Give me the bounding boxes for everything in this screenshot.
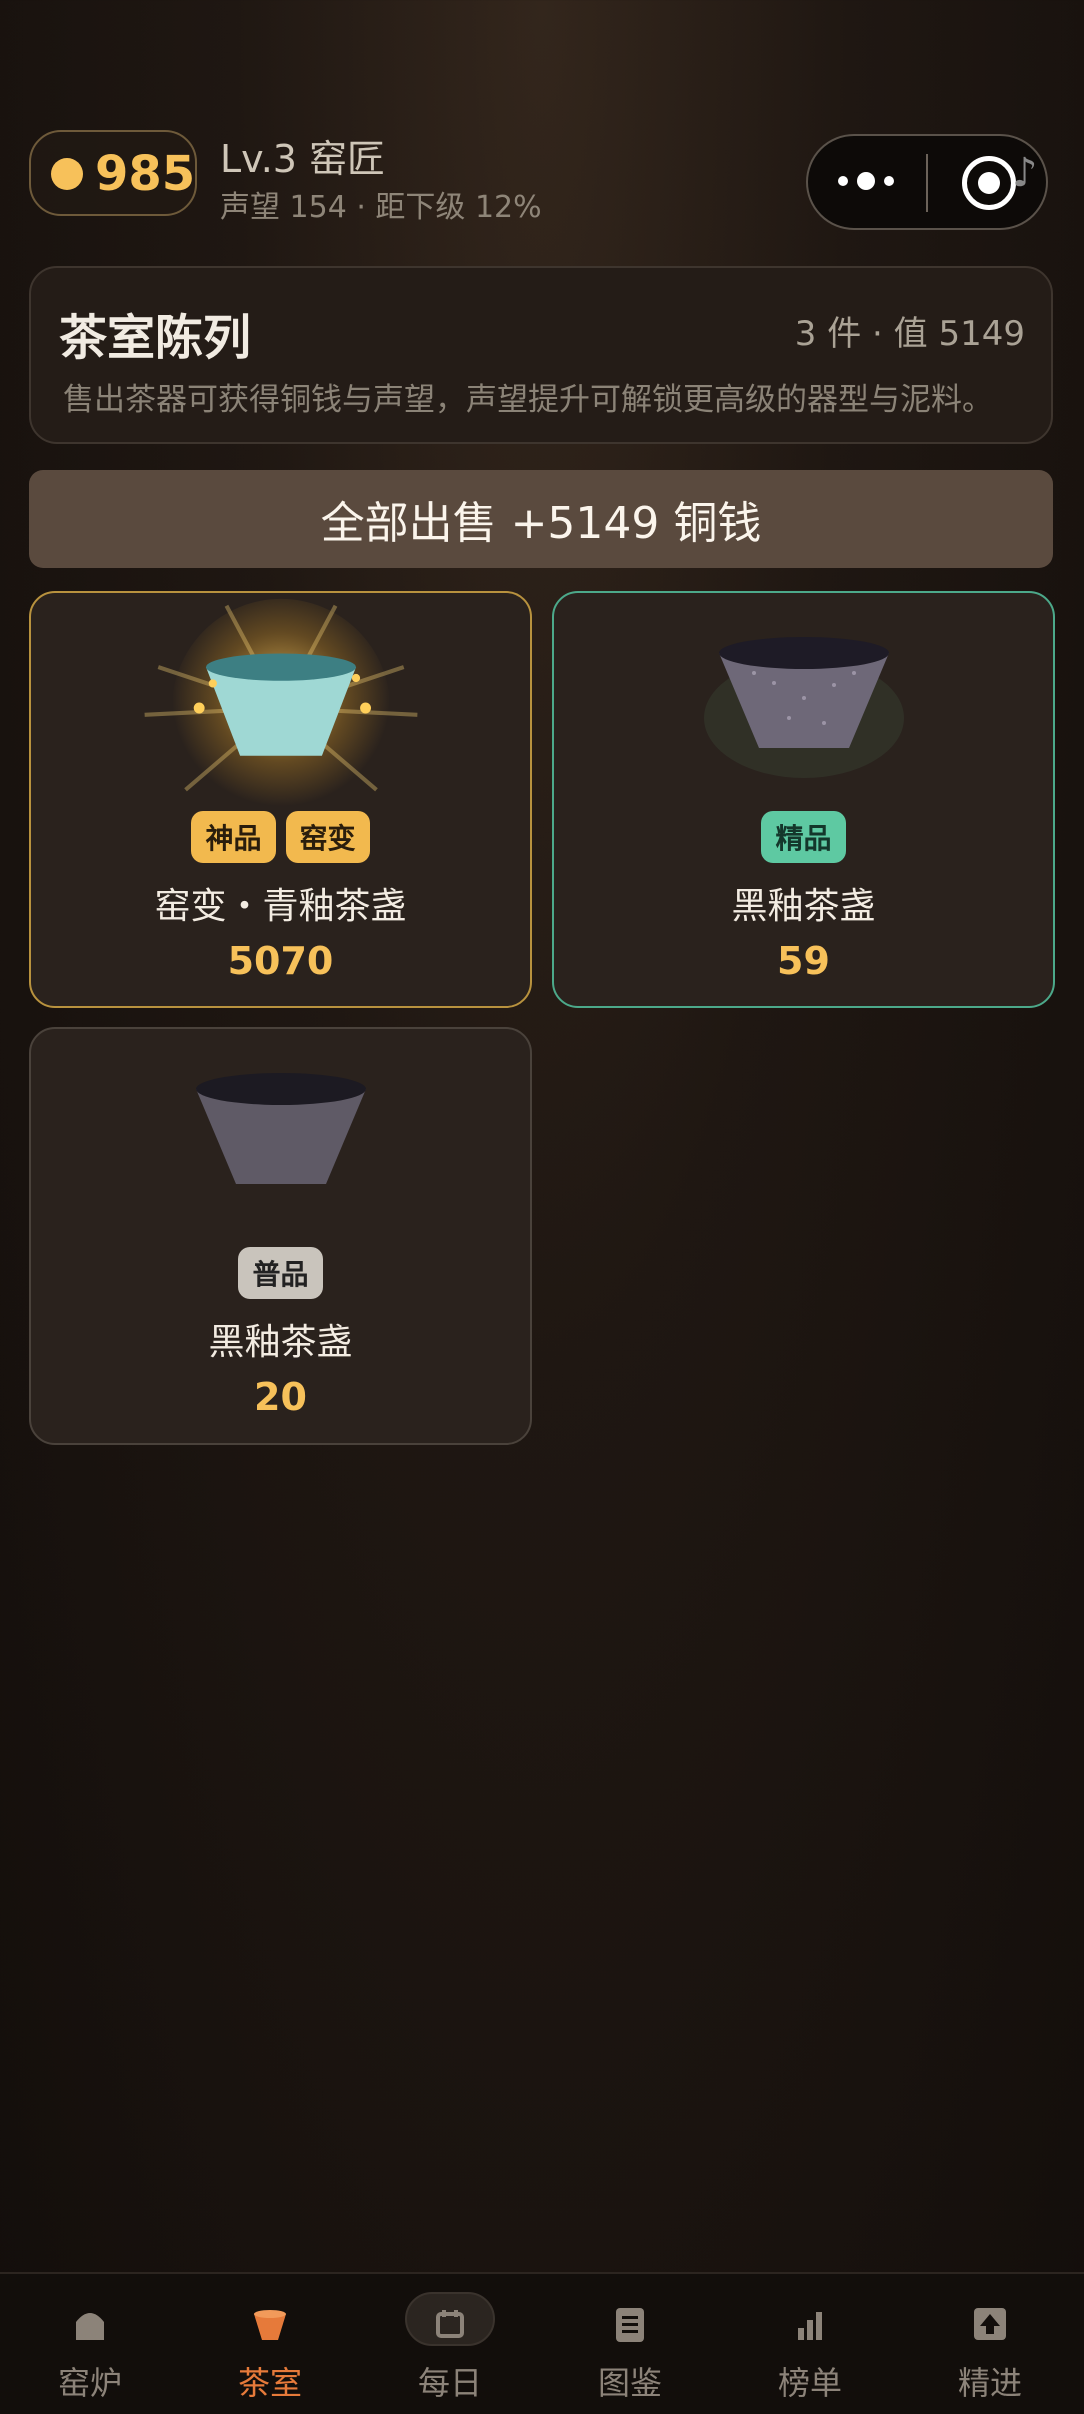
nav-item-kiln[interactable]: 窑炉 [0,2274,180,2414]
nav-label: 每日 [417,2364,482,2402]
more-icon[interactable] [838,172,894,192]
nav-label: 精进 [957,2364,1022,2402]
nav-item-daily[interactable]: 每日 [360,2274,540,2414]
sell-all-button[interactable]: 全部出售 +5149 铜钱 [29,470,1053,568]
black-glaze-teacup-icon [195,1073,366,1184]
capsule-divider [926,154,928,212]
item-badges: 普品 [31,1247,530,1299]
showcase-meta: 3 件 · 值 5149 [794,314,1025,354]
item-price: 59 [777,939,830,983]
kiln-icon [76,2313,104,2340]
music-note-icon[interactable]: ♪ [1012,150,1038,196]
reputation-progress: 声望 154 · 距下级 12% [220,190,542,225]
celadon-teacup-icon [144,598,417,818]
kiln-change-badge: 窑变 [285,811,370,863]
item-badges: 精品 [554,811,1053,863]
upgrade-icon [974,2308,1006,2340]
nav-label: 榜单 [777,2364,842,2402]
item-name: 黑釉茶盏 [208,1322,353,1363]
showcase-title: 茶室陈列 [59,310,252,366]
bottom-nav: 窑炉 茶室 每日 图鉴 榜单 精进 [0,2272,1084,2414]
close-target-icon[interactable] [962,156,1016,210]
nav-item-upgrade[interactable]: 精进 [900,2274,1080,2414]
nav-item-tearoom[interactable]: 茶室 [180,2274,360,2414]
item-badges: 神品 窑变 [31,811,530,863]
calendar-icon [436,2310,464,2338]
coin-amount: 985 [95,146,196,202]
quality-badge: 神品 [191,811,276,863]
nav-label: 图鉴 [597,2364,662,2402]
bar-chart-icon [798,2312,822,2340]
tea-cup-icon [254,2310,286,2340]
item-card[interactable]: 精品 黑釉茶盏 59 [552,591,1055,1008]
item-price: 20 [254,1375,307,1419]
item-name: 窑变・青釉茶盏 [154,886,407,927]
nav-label: 茶室 [237,2364,302,2402]
nav-item-ranking[interactable]: 榜单 [720,2274,900,2414]
nav-label: 窑炉 [57,2364,122,2402]
quality-badge: 普品 [238,1247,323,1299]
coin-balance: 985 [29,130,197,216]
item-price: 5070 [227,939,334,983]
mini-program-capsule: ♪ [806,134,1048,230]
item-card[interactable]: 普品 黑釉茶盏 20 [29,1027,532,1445]
showcase-card: 茶室陈列 3 件 · 值 5149 售出茶器可获得铜钱与声望，声望提升可解锁更高… [29,266,1053,444]
item-card[interactable]: 神品 窑变 窑变・青釉茶盏 5070 [29,591,532,1008]
quality-badge: 精品 [761,811,846,863]
nav-item-catalog[interactable]: 图鉴 [540,2274,720,2414]
book-icon [616,2308,644,2342]
player-level: Lv.3 窑匠 [220,137,386,181]
coin-icon [51,158,83,190]
showcase-description: 售出茶器可获得铜钱与声望，声望提升可解锁更高级的器型与泥料。 [63,382,993,418]
item-name: 黑釉茶盏 [731,886,876,927]
black-glaze-teacup-icon [703,637,904,778]
